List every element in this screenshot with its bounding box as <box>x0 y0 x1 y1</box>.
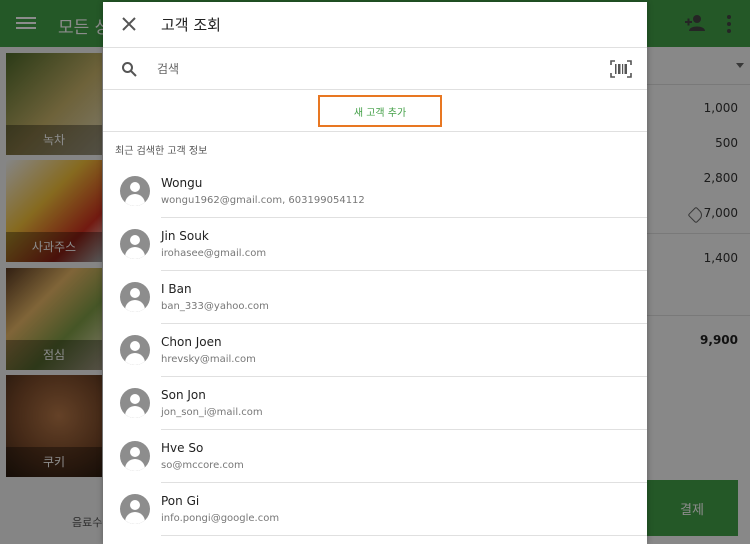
customer-list-item[interactable]: Chon Joen hrevsky@mail.com <box>103 324 647 377</box>
person-avatar-icon <box>120 282 150 312</box>
add-customer-row: 새 고객 추가 <box>103 90 647 132</box>
person-avatar-icon <box>120 494 150 524</box>
person-avatar-icon <box>120 229 150 259</box>
customer-detail: irohasee@gmail.com <box>161 248 267 259</box>
person-avatar-icon <box>120 441 150 471</box>
customer-list-item[interactable]: I Ban ban_333@yahoo.com <box>103 271 647 324</box>
customer-detail: hrevsky@mail.com <box>161 354 256 365</box>
customer-detail: info.pongi@google.com <box>161 513 280 524</box>
customer-list-item[interactable]: Pon Gi info.pongi@google.com <box>103 483 647 536</box>
divider <box>161 535 647 536</box>
search-input[interactable] <box>157 56 587 82</box>
person-avatar-icon <box>120 335 150 365</box>
close-icon[interactable] <box>121 16 137 32</box>
customer-list-item[interactable]: Jin Souk irohasee@gmail.com <box>103 218 647 271</box>
customer-detail: ban_333@yahoo.com <box>161 301 269 312</box>
customer-name: Wongu <box>161 176 203 190</box>
dialog-title: 고객 조회 <box>161 16 221 34</box>
barcode-scan-icon[interactable] <box>610 60 632 78</box>
customer-search-dialog: 고객 조회 새 고객 추가 최근 검색한 고객 정보 Wongu wongu19… <box>103 2 647 544</box>
customer-name: Son Jon <box>161 388 206 402</box>
person-avatar-icon <box>120 176 150 206</box>
customer-name: I Ban <box>161 282 192 296</box>
recent-customers-heading: 최근 검색한 고객 정보 <box>115 146 208 157</box>
customer-list-item[interactable]: Wongu wongu1962@gmail.com, 603199054112 <box>103 165 647 218</box>
customer-name: Chon Joen <box>161 335 222 349</box>
customer-detail: jon_son_i@mail.com <box>161 407 263 418</box>
person-avatar-icon <box>120 388 150 418</box>
customer-list-item[interactable]: Hve So so@mccore.com <box>103 430 647 483</box>
customer-list: Wongu wongu1962@gmail.com, 603199054112 … <box>103 165 647 536</box>
customer-name: Jin Souk <box>161 229 209 243</box>
customer-name: Pon Gi <box>161 494 200 508</box>
add-customer-button[interactable]: 새 고객 추가 <box>318 95 442 127</box>
customer-detail: so@mccore.com <box>161 460 244 471</box>
dialog-header: 고객 조회 <box>103 2 647 48</box>
search-bar <box>103 48 647 90</box>
customer-name: Hve So <box>161 441 204 455</box>
customer-list-item[interactable]: Son Jon jon_son_i@mail.com <box>103 377 647 430</box>
customer-detail: wongu1962@gmail.com, 603199054112 <box>161 195 365 206</box>
search-icon <box>122 62 137 77</box>
